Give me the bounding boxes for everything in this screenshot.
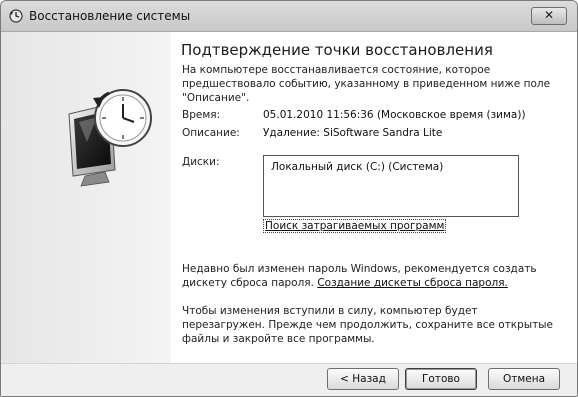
- restart-warning: Чтобы изменения вступили в силу, компьют…: [182, 305, 553, 345]
- window-title: Восстановление системы: [29, 9, 191, 23]
- button-bar: < Назад Готово Отмена: [1, 363, 577, 396]
- left-pane: [1, 32, 171, 363]
- system-restore-icon: [9, 9, 23, 23]
- disks-label: Диски:: [182, 156, 220, 168]
- monitor-clock-illustration: [68, 89, 152, 187]
- finish-button[interactable]: Готово: [405, 368, 477, 390]
- content-pane: Подтверждение точки восстановления На ко…: [171, 32, 577, 363]
- description-value: Удаление: SiSoftware Sandra Lite: [263, 127, 443, 139]
- scan-affected-programs-link[interactable]: Поиск затрагиваемых программ: [263, 219, 447, 233]
- back-button[interactable]: < Назад: [327, 368, 399, 390]
- description-label: Описание:: [182, 127, 240, 139]
- title-bar[interactable]: Восстановление системы ✕: [1, 1, 577, 32]
- close-button[interactable]: ✕: [531, 7, 567, 25]
- password-notice: Недавно был изменен пароль Windows, реко…: [182, 262, 552, 290]
- disks-list[interactable]: Локальный диск (C:) (Система): [263, 155, 519, 217]
- cancel-button[interactable]: Отмена: [488, 368, 560, 390]
- page-title: Подтверждение точки восстановления: [181, 41, 493, 59]
- description-text: На компьютере восстанавливается состояни…: [182, 64, 551, 104]
- time-label: Время:: [182, 109, 221, 121]
- list-item[interactable]: Локальный диск (C:) (Система): [271, 161, 443, 173]
- time-value: 05.01.2010 11:56:36 (Московское время (з…: [263, 109, 526, 121]
- dialog-window: Восстановление системы ✕ Подтверждение т…: [0, 0, 578, 397]
- create-reset-disk-link[interactable]: Создание дискеты сброса пароля.: [317, 277, 508, 289]
